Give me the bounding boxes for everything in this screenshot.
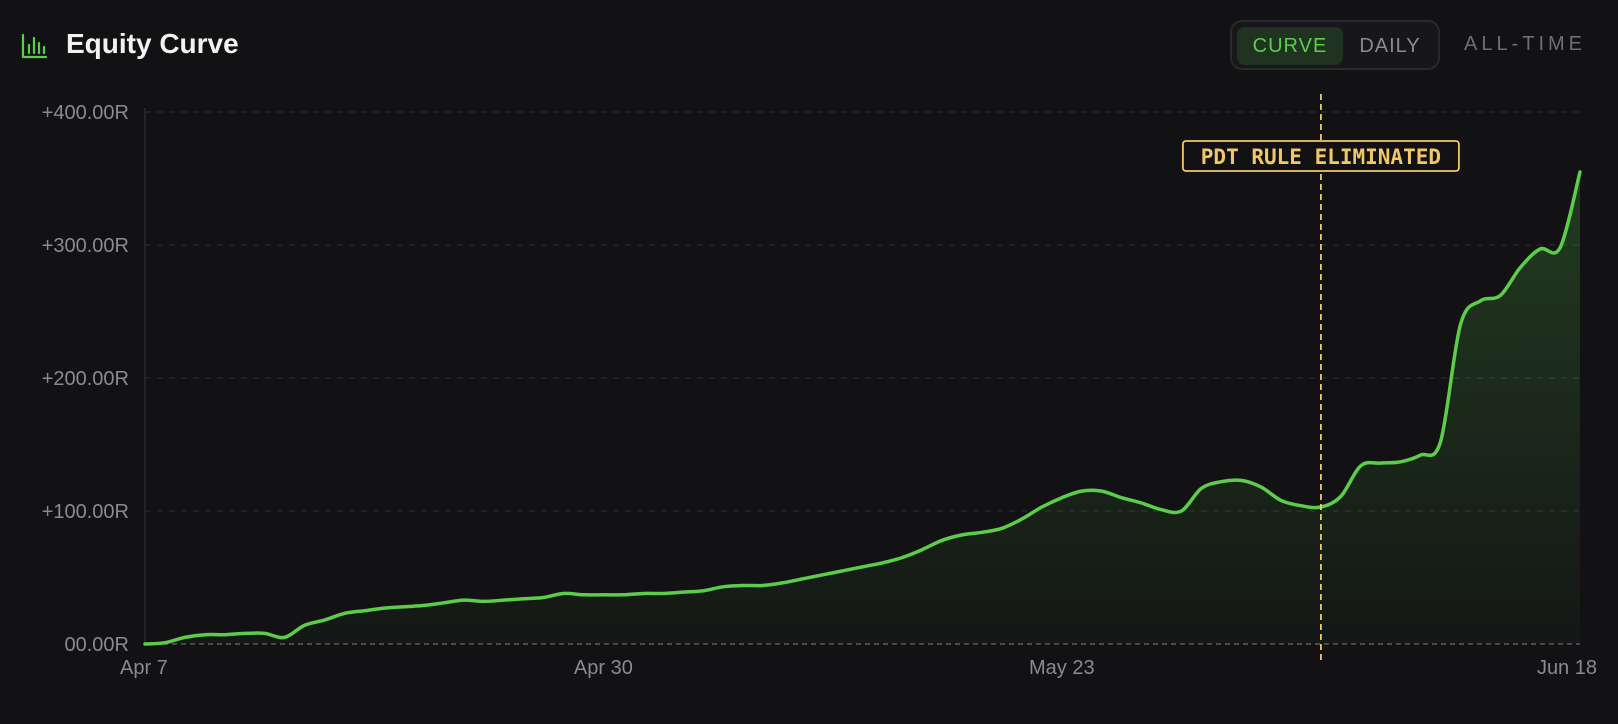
y-tick-label: +200.00R <box>42 368 129 390</box>
y-tick-label: +300.00R <box>42 235 129 257</box>
y-tick-label: +100.00R <box>42 501 129 523</box>
x-tick-label: Jun 18 <box>1537 657 1597 679</box>
x-tick-label: May 23 <box>1029 657 1095 679</box>
x-tick-label: Apr 7 <box>120 657 168 679</box>
equity-area-fill <box>145 171 1580 644</box>
y-tick-label: +400.00R <box>42 102 129 124</box>
x-tick-label: Apr 30 <box>574 657 633 679</box>
y-tick-label: 00.00R <box>65 634 130 656</box>
equity-chart: PDT RULE ELIMINATED 00.00R +100.00R +200.0… <box>42 94 1597 679</box>
annotation-label: PDT RULE ELIMINATED <box>1201 145 1441 169</box>
